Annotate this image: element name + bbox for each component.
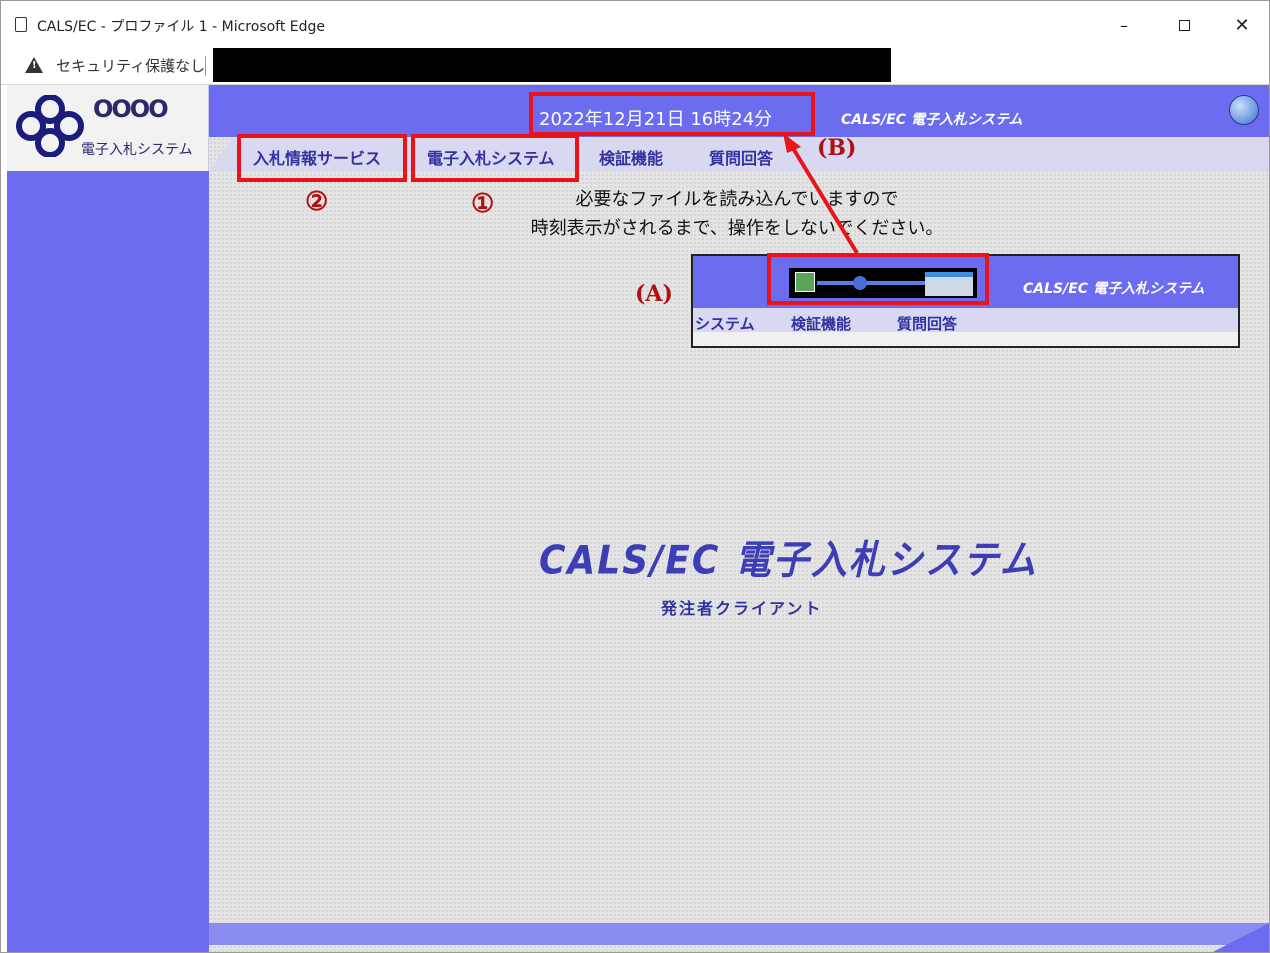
inset-menu-item: システム: [695, 315, 755, 333]
browser-window: CALS/EC - プロファイル 1 - Microsoft Edge – ✕ …: [0, 0, 1270, 953]
warning-icon[interactable]: [25, 57, 43, 73]
menu-qa[interactable]: 質問回答: [709, 145, 773, 169]
annotation-box-1: [411, 134, 579, 182]
annotation-box-a: [767, 253, 989, 305]
window-title: CALS/EC - プロファイル 1 - Microsoft Edge: [37, 19, 326, 35]
marker-2: ②: [305, 187, 329, 217]
annotation-box-2: [237, 134, 407, 182]
main-area: 2022年12月21日 16時24分 CALS/EC 電子入札システム 入札情報…: [209, 85, 1269, 952]
page-icon: [15, 17, 27, 32]
logo-icon: [16, 95, 84, 157]
inset-menu-item: 検証機能: [791, 315, 852, 333]
loading-message: 必要なファイルを読み込んでいますので 時刻表示がされるまで、操作をしないでくださ…: [507, 185, 967, 243]
maximize-button[interactable]: [1167, 13, 1201, 39]
label-a: (A): [635, 281, 673, 307]
close-button[interactable]: ✕: [1225, 13, 1259, 39]
marker-1: ①: [471, 189, 495, 219]
settings-orb-icon[interactable]: [1229, 95, 1259, 125]
inset-system-title: CALS/EC 電子入札システム: [1023, 281, 1205, 297]
url-field[interactable]: [213, 48, 891, 82]
logo-area: OOOO 電子入札システム: [7, 85, 209, 171]
sidebar: OOOO 電子入札システム: [7, 85, 209, 952]
annotation-box-b: [529, 92, 815, 136]
footer-bar: [209, 923, 1269, 945]
inset-menu-bar: [693, 308, 1238, 332]
minimize-button[interactable]: –: [1107, 13, 1141, 39]
divider: [205, 56, 206, 76]
loading-line-1: 必要なファイルを読み込んでいますので: [575, 189, 899, 210]
main-subtitle: 発注者クライアント: [661, 599, 823, 618]
system-title: CALS/EC 電子入札システム: [841, 112, 1023, 128]
menu-verification[interactable]: 検証機能: [599, 145, 663, 169]
logo-subtitle: 電子入札システム: [81, 142, 193, 158]
title-bar: CALS/EC - プロファイル 1 - Microsoft Edge – ✕: [1, 1, 1269, 47]
security-warning[interactable]: セキュリティ保護なし: [56, 55, 205, 76]
loading-line-2: 時刻表示がされるまで、操作をしないでください。: [530, 218, 944, 239]
logo-name: OOOO: [93, 95, 169, 123]
label-b: (B): [817, 135, 857, 161]
address-bar: セキュリティ保護なし: [1, 47, 1269, 85]
page-content: OOOO 電子入札システム 2022年12月21日 16時24分 CALS/EC…: [1, 85, 1269, 952]
main-title: CALS/EC 電子入札システム: [539, 538, 1038, 584]
maximize-icon: [1178, 20, 1190, 31]
inset-menu-item: 質問回答: [897, 315, 958, 333]
